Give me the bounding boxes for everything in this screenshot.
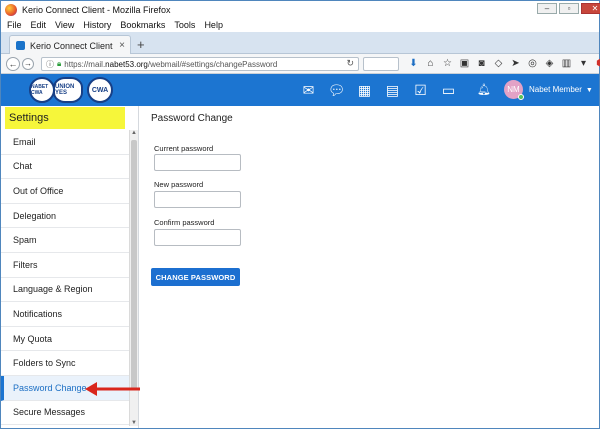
address-bar[interactable]: ⓘ 🔒︎ https://mail.nabet53.org/webmail/#s… — [41, 57, 359, 71]
scroll-up-icon[interactable]: ▲ — [130, 130, 138, 136]
browser-window: Kerio Connect Client - Mozilla Firefox –… — [0, 0, 600, 429]
menu-bar: File Edit View History Bookmarks Tools H… — [1, 18, 599, 32]
menu-bookmarks[interactable]: Bookmarks — [120, 20, 165, 30]
pocket-icon[interactable]: ◙ — [473, 58, 490, 69]
scrollbar-thumb[interactable] — [131, 140, 137, 390]
minimize-button[interactable]: – — [537, 3, 557, 14]
envelope-icon — [16, 41, 25, 50]
contacts-icon[interactable]: ▤ — [381, 82, 404, 98]
menu-file[interactable]: File — [7, 20, 22, 30]
menu-history[interactable]: History — [83, 20, 111, 30]
current-password-label: Current password — [154, 144, 214, 153]
reload-icon[interactable]: ↻ — [346, 58, 354, 69]
sidebar-item-email[interactable]: Email — [1, 130, 129, 155]
maximize-button[interactable]: ▫ — [559, 3, 579, 14]
tab-label: Kerio Connect Client — [30, 40, 113, 51]
password-change-panel: Password Change Current password New pas… — [140, 106, 599, 428]
window-controls: – ▫ ✕ — [535, 3, 600, 15]
tasks-icon[interactable]: ☑ — [409, 82, 432, 98]
new-password-label: New password — [154, 180, 204, 189]
lock-icon: 🔒︎ — [57, 59, 62, 68]
mail-icon[interactable]: ✉ — [297, 82, 320, 98]
sidebar-item-filters[interactable]: Filters — [1, 253, 129, 278]
user-name: Nabet Member — [529, 85, 582, 94]
sidebar-item-spam[interactable]: Spam — [1, 228, 129, 253]
menu-view[interactable]: View — [55, 20, 74, 30]
menu-edit[interactable]: Edit — [31, 20, 47, 30]
sidebar-item-secure-messages[interactable]: Secure Messages — [1, 401, 129, 426]
chevron-down-icon: ▼ — [585, 87, 593, 94]
change-password-button[interactable]: CHANGE PASSWORD — [151, 268, 240, 286]
sidebar-item-language-region[interactable]: Language & Region — [1, 278, 129, 303]
tag-icon[interactable]: ◇ — [490, 58, 507, 69]
app-module-icons: ✉ 💬︎ ▦ ▤ ☑ ▭ — [297, 82, 465, 98]
new-tab-button[interactable]: + — [137, 37, 145, 52]
avatar[interactable]: NM — [504, 80, 524, 100]
sidebar-item-delegation[interactable]: Delegation — [1, 204, 129, 229]
bookmark-star-icon[interactable]: ☆ — [439, 58, 456, 69]
close-window-button[interactable]: ✕ — [581, 3, 600, 14]
firefox-icon — [5, 3, 17, 16]
sidebar-item-my-quota[interactable]: My Quota — [1, 327, 129, 352]
trash-icon[interactable]: ▥ — [558, 58, 575, 69]
download-icon[interactable]: ⬇ — [405, 58, 422, 69]
sidebar-item-chat[interactable]: Chat — [1, 155, 129, 180]
confirm-password-label: Confirm password — [154, 218, 215, 227]
nabet-logo: NABET CWA — [29, 77, 55, 103]
menu-help[interactable]: Help — [204, 20, 223, 30]
send-icon[interactable]: ➤ — [507, 58, 524, 69]
menu-tools[interactable]: Tools — [174, 20, 195, 30]
clipboard-icon[interactable]: ▣ — [456, 58, 473, 69]
confirm-password-field[interactable] — [154, 229, 241, 246]
eraser-icon[interactable]: ◈ — [541, 58, 558, 69]
tab-kerio-connect[interactable]: Kerio Connect Client × — [9, 35, 131, 55]
ublock-icon[interactable]: ⬢ — [592, 58, 600, 69]
notes-icon[interactable]: ▭ — [437, 82, 460, 98]
page-title: Password Change — [151, 113, 233, 124]
dropdown-icon[interactable]: ▾ — [575, 58, 592, 69]
navigation-bar: ← → ⓘ 🔒︎ https://mail.nabet53.org/webmai… — [1, 54, 600, 74]
url-text: https://mail.nabet53.org/webmail/#settin… — [64, 59, 278, 69]
info-icon[interactable]: ⓘ — [46, 59, 54, 70]
close-tab-icon[interactable]: × — [119, 40, 125, 51]
window-title: Kerio Connect Client - Mozilla Firefox — [22, 4, 171, 15]
app-header: NABET CWA UNION YES CWA ✉ 💬︎ ▦ ▤ ☑ ▭ 🔔︎ … — [1, 74, 599, 106]
bell-icon[interactable]: 🔔︎ — [477, 83, 491, 96]
home-icon[interactable]: ⌂ — [422, 58, 439, 69]
search-input[interactable] — [363, 57, 399, 71]
calendar-icon[interactable]: ▦ — [353, 82, 376, 98]
toolbar-icons: ⬇ ⌂ ☆ ▣ ◙ ◇ ➤ ◎ ◈ ▥ ▾ ⬢ ☰ — [405, 58, 600, 69]
globe-icon[interactable]: ◎ — [524, 58, 541, 69]
cwa-logo: CWA — [87, 77, 113, 103]
title-bar: Kerio Connect Client - Mozilla Firefox –… — [1, 1, 600, 18]
sidebar-title: Settings — [5, 107, 125, 129]
sidebar-item-folders-to-sync[interactable]: Folders to Sync — [1, 351, 129, 376]
user-menu[interactable]: Nabet Member ▼ — [529, 85, 593, 94]
sidebar-item-notifications[interactable]: Notifications — [1, 302, 129, 327]
tab-strip: Kerio Connect Client × + — [1, 32, 599, 55]
current-password-field[interactable] — [154, 154, 241, 171]
presence-indicator — [518, 94, 524, 100]
back-button[interactable]: ← — [6, 56, 20, 71]
avatar-initials: NM — [507, 85, 520, 94]
new-password-field[interactable] — [154, 191, 241, 208]
sidebar-item-out-of-office[interactable]: Out of Office — [1, 179, 129, 204]
forward-button[interactable]: → — [22, 57, 34, 70]
union-yes-logo: UNION YES — [53, 77, 83, 103]
chat-icon[interactable]: 💬︎ — [325, 82, 348, 98]
scroll-down-icon[interactable]: ▼ — [130, 420, 138, 426]
